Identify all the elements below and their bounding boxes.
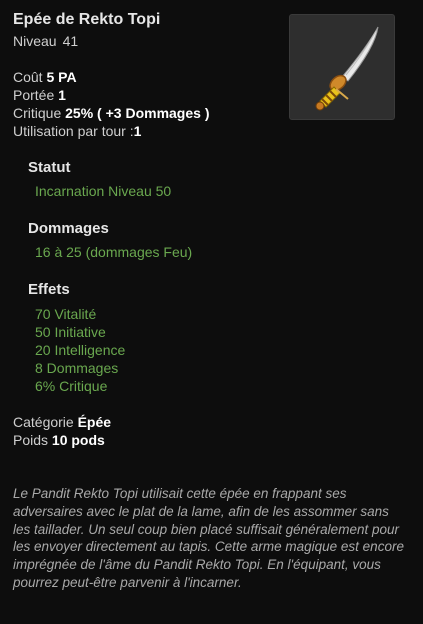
effect-item: 50 Initiative bbox=[35, 324, 106, 340]
item-description: Le Pandit Rekto Topi utilisait cette épé… bbox=[13, 486, 404, 590]
level-label: Niveau bbox=[13, 33, 57, 49]
item-weight: Poids 10 pods bbox=[13, 432, 105, 448]
item-stats: Coût 5 PA Portée 1 Critique 25% ( +3 Dom… bbox=[13, 68, 209, 140]
item-name: Epée de Rekto Topi bbox=[13, 11, 161, 28]
item-category: Catégorie Épée bbox=[13, 414, 112, 430]
effect-item: 70 Vitalité bbox=[35, 306, 97, 322]
item-tooltip: Epée de Rekto Topi Niveau 41 Coût 5 PA Po… bbox=[0, 0, 423, 624]
statut-value: Incarnation Niveau 50 bbox=[35, 183, 172, 199]
item-level: Niveau 41 bbox=[13, 33, 78, 49]
curved-sword-icon bbox=[315, 26, 379, 111]
effect-item: 20 Intelligence bbox=[35, 342, 126, 358]
stat-range: Portée 1 bbox=[13, 87, 66, 103]
dommages-value: 16 à 25 (dommages Feu) bbox=[35, 244, 193, 260]
stat-cost: Coût 5 PA bbox=[13, 69, 77, 85]
stat-critical: Critique 25% ( +3 Dommages ) bbox=[13, 105, 210, 121]
effect-item: 6% Critique bbox=[35, 378, 108, 394]
statut-title: Statut bbox=[28, 159, 71, 176]
effets-title: Effets bbox=[28, 281, 70, 298]
level-value: 41 bbox=[62, 33, 79, 49]
dommages-title: Dommages bbox=[28, 220, 109, 237]
effect-item: 8 Dommages bbox=[35, 360, 119, 376]
stat-uses-per-turn: Utilisation par tour :1 bbox=[13, 123, 142, 139]
effects-list: 70 Vitalité 50 Initiative 20 Intelligenc… bbox=[35, 305, 125, 395]
item-properties: Catégorie Épée Poids 10 pods bbox=[13, 413, 111, 449]
item-icon-frame bbox=[289, 14, 395, 120]
